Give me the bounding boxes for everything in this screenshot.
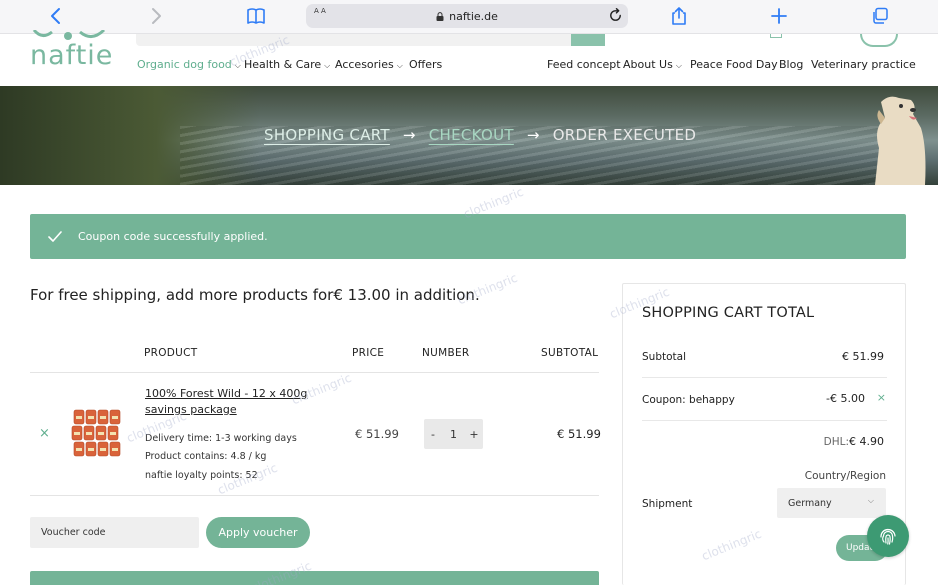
table-divider xyxy=(30,372,599,373)
totals-divider xyxy=(642,420,887,421)
nav-organic-dog-food[interactable]: Organic dog food ⌵ xyxy=(137,58,241,71)
cart-totals-title: SHOPPING CART TOTAL xyxy=(642,305,815,321)
forward-chevron-icon[interactable] xyxy=(144,5,168,27)
product-thumbnail[interactable] xyxy=(70,408,126,458)
step-order-executed: ORDER EXECUTED xyxy=(552,126,697,144)
product-subtotal: € 51.99 xyxy=(557,427,601,441)
nav-peace-food-day[interactable]: Peace Food Day xyxy=(690,58,778,71)
nav-label: About Us xyxy=(623,58,673,71)
product-contents: Product contains: 4.8 / kg xyxy=(145,451,267,462)
chevron-down-icon: ⌵ xyxy=(234,61,241,70)
voucher-code-input[interactable] xyxy=(30,517,199,548)
dhl-label: DHL: xyxy=(823,436,849,448)
table-divider xyxy=(30,495,599,496)
chevron-down-icon: ⌵ xyxy=(324,61,331,70)
column-header-number: NUMBER xyxy=(422,347,470,359)
subtotal-label: Subtotal xyxy=(642,351,686,363)
bookmarks-icon[interactable] xyxy=(244,5,268,27)
nav-veterinary-practice[interactable]: Veterinary practice xyxy=(811,58,916,71)
product-delivery-time: Delivery time: 1-3 working days xyxy=(145,433,297,444)
country-region-label: Country/Region xyxy=(804,470,886,482)
remove-item-icon[interactable]: × xyxy=(39,426,50,441)
coupon-label: Coupon: behappy xyxy=(642,394,735,406)
cart-totals-panel: SHOPPING CART TOTAL Subtotal € 51.99 Cou… xyxy=(622,283,906,585)
quantity-decrease-button[interactable]: - xyxy=(424,428,442,441)
nav-health-care[interactable]: Health & Care ⌵ xyxy=(244,58,330,71)
step-arrow: → xyxy=(402,126,416,144)
nav-blog[interactable]: Blog xyxy=(779,58,803,71)
coupon-value: -€ 5.00 xyxy=(826,392,865,405)
site-logo[interactable]: naftie xyxy=(30,40,113,71)
text-size-icon[interactable]: A A xyxy=(314,7,326,15)
coupon-success-notice: Coupon code successfully applied. xyxy=(30,214,906,259)
browser-toolbar: A A naftie.de xyxy=(0,0,938,34)
lock-icon xyxy=(436,11,444,21)
search-button[interactable] xyxy=(571,34,605,46)
share-icon[interactable] xyxy=(667,5,691,27)
nav-feed-concept[interactable]: Feed concept xyxy=(547,58,621,71)
nav-label: Accesories xyxy=(335,58,394,71)
totals-divider xyxy=(642,377,887,378)
product-loyalty-points: naftie loyalty points: 52 xyxy=(145,470,258,481)
country-select[interactable]: Germany ⌵ xyxy=(777,488,886,518)
step-shopping-cart[interactable]: SHOPPING CART xyxy=(264,126,390,144)
tabs-overview-icon[interactable] xyxy=(868,5,892,27)
apply-voucher-button[interactable]: Apply voucher xyxy=(206,517,310,548)
certification-badge-icon xyxy=(860,34,898,47)
quantity-value[interactable]: 1 xyxy=(445,428,463,441)
quantity-stepper[interactable]: - 1 + xyxy=(424,419,483,449)
chevron-down-icon: ⌵ xyxy=(675,61,682,70)
step-arrow: → xyxy=(526,126,540,144)
new-tab-plus-icon[interactable] xyxy=(767,5,791,27)
dhl-value: € 4.90 xyxy=(849,435,884,448)
quantity-increase-button[interactable]: + xyxy=(465,428,483,441)
chevron-down-icon: ⌵ xyxy=(396,61,403,70)
back-chevron-icon[interactable] xyxy=(44,5,68,27)
checkmark-icon xyxy=(48,230,62,242)
product-price: € 51.99 xyxy=(355,427,399,441)
column-header-subtotal: SUBTOTAL xyxy=(541,347,599,359)
nav-offers[interactable]: Offers xyxy=(409,58,442,71)
checkout-steps: SHOPPING CART → CHECKOUT → ORDER EXECUTED xyxy=(264,126,696,144)
free-shipping-message: For free shipping, add more products for… xyxy=(30,286,480,304)
nav-label: Health & Care xyxy=(244,58,322,71)
remove-coupon-icon[interactable]: × xyxy=(877,391,886,404)
dhl-shipping-rate: DHL:€ 4.90 xyxy=(824,435,884,448)
fingerprint-icon[interactable] xyxy=(867,515,909,557)
column-header-price: PRICE xyxy=(352,347,385,359)
nav-accessories[interactable]: Accesories ⌵ xyxy=(335,58,403,71)
nav-label: Organic dog food xyxy=(137,58,232,71)
nav-about-us[interactable]: About Us ⌵ xyxy=(623,58,682,71)
address-bar[interactable]: A A naftie.de xyxy=(306,4,628,28)
country-selected-value: Germany xyxy=(788,497,832,509)
cart-icon[interactable] xyxy=(770,34,782,38)
product-name-link[interactable]: 100% Forest Wild - 12 x 400g savings pac… xyxy=(145,386,315,418)
reload-icon[interactable] xyxy=(607,7,624,24)
shipment-label: Shipment xyxy=(642,498,693,510)
dog-image xyxy=(875,96,926,185)
subtotal-value: € 51.99 xyxy=(842,350,884,363)
chevron-down-icon: ⌵ xyxy=(867,496,874,505)
notice-text: Coupon code successfully applied. xyxy=(78,230,268,243)
update-cart-bar[interactable] xyxy=(30,571,599,585)
search-input[interactable] xyxy=(136,34,576,46)
column-header-product: PRODUCT xyxy=(144,347,198,359)
step-checkout[interactable]: CHECKOUT xyxy=(429,126,514,144)
url-text: naftie.de xyxy=(449,9,498,23)
